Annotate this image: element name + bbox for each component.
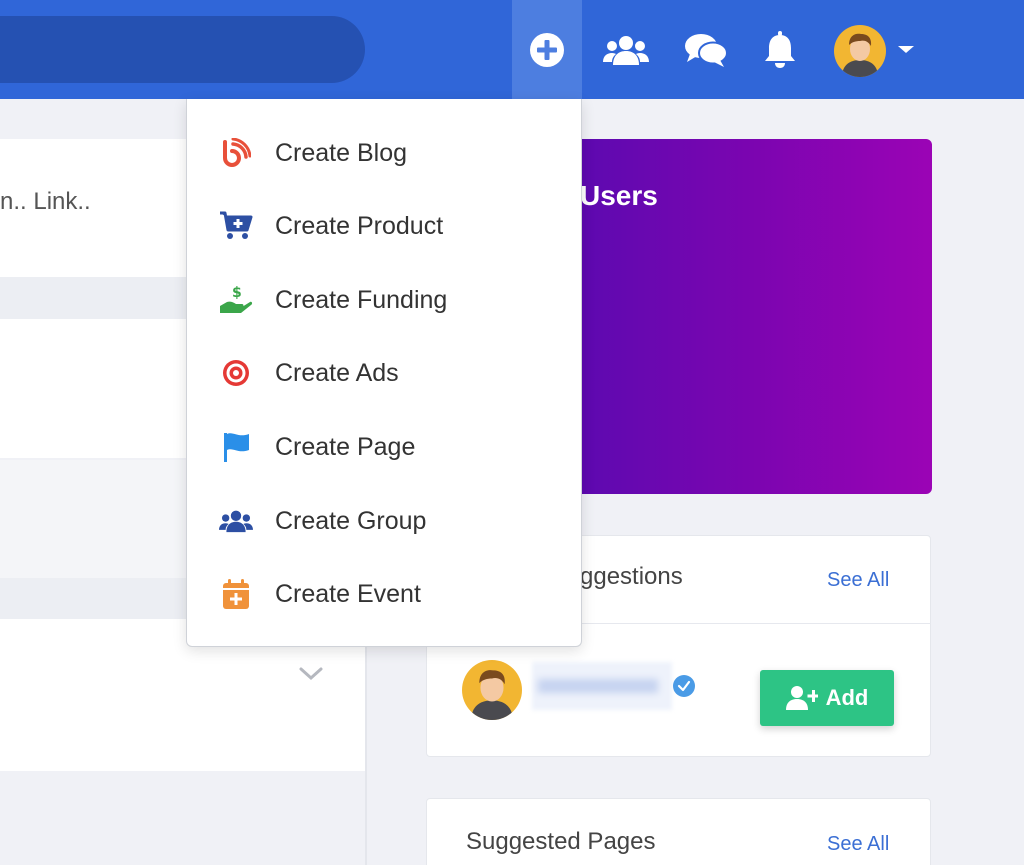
menu-item-label: Create Product — [275, 211, 444, 240]
chat-icon — [685, 33, 728, 67]
create-menu-button[interactable] — [512, 0, 582, 99]
menu-item-label: Create Group — [275, 506, 427, 535]
menu-item-create-blog[interactable]: Create Blog — [187, 123, 581, 183]
suggested-pages-see-all-link[interactable]: See All — [827, 833, 889, 856]
calendar-plus-icon — [219, 577, 253, 611]
add-friend-button[interactable]: Add — [760, 670, 894, 726]
account-dropdown-caret-icon[interactable] — [898, 46, 914, 53]
menu-item-label: Create Event — [275, 579, 421, 608]
create-dropdown-menu: Create Blog Create Product $ Create Fund… — [186, 99, 582, 647]
menu-item-create-event[interactable]: Create Event — [187, 564, 581, 624]
top-navigation-bar — [0, 0, 1024, 99]
menu-item-create-ads[interactable]: Create Ads — [187, 343, 581, 403]
menu-item-create-page[interactable]: Create Page — [187, 417, 581, 477]
suggested-user-avatar[interactable] — [462, 660, 522, 720]
menu-item-create-funding[interactable]: $ Create Funding — [187, 270, 581, 330]
blog-rss-icon — [219, 136, 253, 170]
suggested-user-name-blurred[interactable] — [532, 662, 672, 710]
messages-button[interactable] — [671, 0, 741, 99]
plus-circle-icon — [530, 32, 564, 67]
bell-icon — [765, 30, 795, 68]
chevron-down-icon[interactable] — [298, 666, 324, 682]
flag-icon — [219, 430, 253, 464]
svg-text:$: $ — [232, 285, 242, 301]
menu-item-create-product[interactable]: Create Product — [187, 196, 581, 256]
hand-dollar-icon: $ — [219, 283, 253, 317]
menu-item-label: Create Page — [275, 432, 416, 461]
user-avatar[interactable] — [834, 25, 886, 77]
menu-item-label: Create Blog — [275, 138, 408, 167]
add-button-label: Add — [825, 685, 869, 710]
suggestions-title: ggestions — [580, 563, 683, 590]
menu-item-label: Create Funding — [275, 285, 448, 314]
menu-item-create-group[interactable]: Create Group — [187, 491, 581, 551]
menu-item-label: Create Ads — [275, 358, 399, 387]
suggested-pages-title: Suggested Pages — [466, 828, 656, 855]
search-input[interactable] — [0, 16, 365, 83]
avatar-image-icon — [834, 25, 886, 77]
composer-hint-text: n.. Link.. — [0, 188, 91, 215]
cart-plus-icon — [219, 209, 253, 243]
avatar-image-icon — [462, 660, 522, 720]
friends-button[interactable] — [591, 0, 661, 99]
target-icon — [219, 356, 253, 390]
suggestions-see-all-link[interactable]: See All — [827, 569, 889, 592]
user-plus-icon — [785, 686, 818, 710]
group-icon — [219, 504, 253, 538]
users-icon — [603, 35, 649, 65]
notifications-button[interactable] — [745, 0, 815, 99]
promo-title: Users — [580, 180, 658, 211]
verified-badge-icon — [673, 675, 695, 697]
